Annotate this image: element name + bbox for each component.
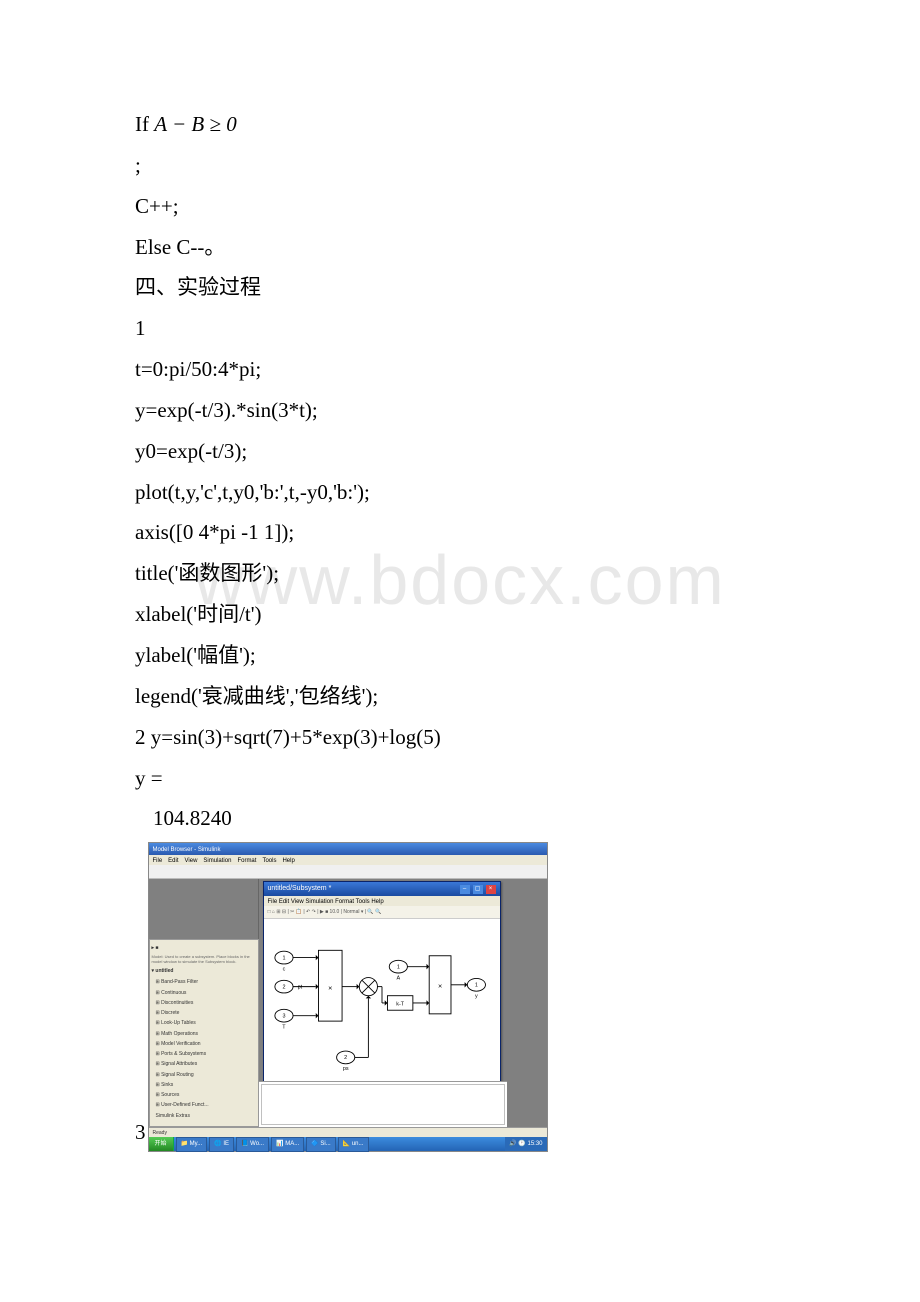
math-expr: A − B ≥ 0 [154, 112, 236, 136]
port-in1-label: c [282, 966, 285, 972]
line-else: Else C--。 [135, 228, 785, 267]
port-out1-label: y [475, 994, 478, 1000]
menu-file[interactable]: File [153, 856, 163, 864]
lib-item[interactable]: ⊞ Discrete [156, 1009, 256, 1018]
lib-item[interactable]: ⊞ Discontinuities [156, 999, 256, 1008]
port-out1: 1 [474, 983, 477, 989]
lib-item[interactable]: ⊞ Sources [156, 1091, 256, 1100]
start-button[interactable]: 开始 [149, 1137, 174, 1151]
app-menubar: File Edit View Simulation Format Tools H… [149, 855, 547, 865]
line-code-y0: y0=exp(-t/3); [135, 432, 785, 471]
line-section-header: 四、实验过程 [135, 268, 785, 307]
line-cpp: C++; [135, 187, 785, 226]
app-body: ▸ ■ Model: Used to create a subsystem. P… [149, 879, 547, 1127]
taskbar-item[interactable]: 🔷 Si... [306, 1137, 335, 1152]
line-y-eq: y = [135, 759, 785, 798]
panel-header1: ▸ ■ [152, 944, 256, 953]
simulink-screenshot: Model Browser - Simulink File Edit View … [148, 842, 548, 1152]
port-in4-label: ps [342, 1066, 348, 1072]
minimize-icon[interactable]: – [460, 885, 470, 894]
taskbar-item[interactable]: 📊 MA... [271, 1137, 304, 1152]
right-gray-area [507, 879, 547, 1127]
left-column: ▸ ■ Model: Used to create a subsystem. P… [149, 879, 259, 1127]
menu-view[interactable]: View [185, 856, 198, 864]
line-code-t: t=0:pi/50:4*pi; [135, 350, 785, 389]
document-content: If A − B ≥ 0 ; C++; Else C--。 四、实验过程 1 t… [0, 0, 920, 1152]
screenshot-row: 3 Model Browser - Simulink File Edit Vie… [135, 842, 785, 1152]
lib-item[interactable]: ⊞ Band-Pass Filter [156, 978, 256, 987]
port-in2: 2 [282, 985, 285, 991]
menu-sim[interactable]: Simulation [203, 856, 231, 864]
taskbar-item[interactable]: 📁 My... [176, 1137, 208, 1152]
menu-format[interactable]: Format [237, 856, 256, 864]
library-browser-panel: ▸ ■ Model: Used to create a subsystem. P… [149, 939, 259, 1127]
line-code-y: y=exp(-t/3).*sin(3*t); [135, 391, 785, 430]
menu-tools[interactable]: Tools [262, 856, 276, 864]
center-column: untitled/Subsystem * – ▢ × File Edit Vie… [259, 879, 507, 1127]
sim-window-buttons: – ▢ × [459, 883, 496, 896]
sim-canvas[interactable]: 1 c 2 pt 3 T [264, 919, 500, 1096]
sim-menubar: File Edit View Simulation Format Tools H… [264, 896, 500, 906]
product2-label: × [437, 982, 441, 991]
line-code-plot: plot(t,y,'c',t,y0,'b:',t,-y0,'b:'); [135, 473, 785, 512]
line-code-axis: axis([0 4*pi -1 1]); [135, 513, 785, 552]
bottom-inner [261, 1084, 505, 1125]
port-in2-label: pt [297, 985, 302, 991]
line-y-val: 104.8240 [135, 799, 785, 838]
port-in1: 1 [282, 956, 285, 962]
bottom-white-panel [259, 1081, 507, 1127]
app-titlebar: Model Browser - Simulink [149, 843, 547, 855]
if-text: If [135, 112, 154, 136]
line-num3: 3 [135, 1113, 146, 1152]
port-in3: 3 [282, 1014, 285, 1020]
app-toolbar [149, 865, 547, 879]
left-gray-area [149, 879, 259, 939]
line-code-xlabel: xlabel('时间/t') [135, 595, 785, 634]
lib-item[interactable]: ⊞ Model Verification [156, 1040, 256, 1049]
lib-item[interactable]: ⊞ Signal Routing [156, 1071, 256, 1080]
taskbar-item[interactable]: 🌐 IE [209, 1137, 234, 1152]
simulink-model-window: untitled/Subsystem * – ▢ × File Edit Vie… [263, 881, 501, 1107]
system-tray[interactable]: 🔊 🕐 15:30 [505, 1137, 546, 1151]
lib-item[interactable]: ⊞ User-Defined Funct... [156, 1101, 256, 1110]
lib-item[interactable]: ⊞ Math Operations [156, 1030, 256, 1039]
line-semicolon: ; [135, 146, 785, 185]
port-in5-label: A [396, 976, 400, 982]
panel-desc: Model: Used to create a subsystem. Place… [152, 955, 256, 965]
product1-label: × [328, 983, 332, 992]
port-in3-label: T [282, 1025, 286, 1031]
maximize-icon[interactable]: ▢ [473, 885, 483, 894]
taskbar-item[interactable]: 📘 Wo... [236, 1137, 269, 1152]
taskbar-item[interactable]: 📐 un... [338, 1137, 369, 1152]
sub-block-label: k-T [396, 1002, 405, 1008]
line-code-ylabel: ylabel('幅值'); [135, 636, 785, 675]
lib-item[interactable]: Simulink Extras [156, 1112, 256, 1121]
windows-taskbar: 开始 📁 My... 🌐 IE 📘 Wo... 📊 MA... 🔷 Si... … [149, 1137, 547, 1151]
port-in5: 1 [396, 965, 399, 971]
panel-header2: ▾ untitled [152, 967, 256, 976]
lib-item[interactable]: ⊞ Signal Attributes [156, 1060, 256, 1069]
sim-titlebar: untitled/Subsystem * – ▢ × [264, 882, 500, 896]
block-diagram-svg: 1 c 2 pt 3 T [264, 919, 500, 1096]
sim-toolbar: □ ⌂ ⊞ ⊟ | ✂ 📋 | ↶ ↷ | ▶ ■ 10.0 | Normal … [264, 906, 500, 919]
lib-item[interactable]: ⊞ Ports & Subsystems [156, 1050, 256, 1059]
sim-title-text: untitled/Subsystem * [268, 883, 332, 896]
lib-item[interactable]: ⊞ Sinks [156, 1081, 256, 1090]
line-code-title: title('函数图形'); [135, 554, 785, 593]
line-if-cond: If A − B ≥ 0 [135, 105, 785, 144]
port-in4: 2 [344, 1055, 347, 1061]
line-code-legend: legend('衰减曲线','包络线'); [135, 677, 785, 716]
lib-item[interactable]: ⊞ Look-Up Tables [156, 1019, 256, 1028]
lib-item[interactable]: ⊞ Continuous [156, 989, 256, 998]
menu-help[interactable]: Help [282, 856, 294, 864]
line-num2: 2 y=sin(3)+sqrt(7)+5*exp(3)+log(5) [135, 718, 785, 757]
close-icon[interactable]: × [486, 885, 496, 894]
line-num1: 1 [135, 309, 785, 348]
menu-edit[interactable]: Edit [168, 856, 178, 864]
